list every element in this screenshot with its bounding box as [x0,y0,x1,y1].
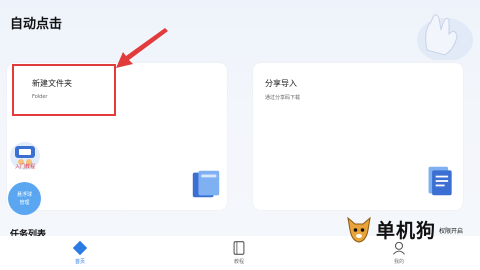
share-import-card[interactable]: 分享导入 通过分享码下载 [253,63,463,210]
nav-label-home: 首页 [74,259,85,265]
nav-label-mine: 我的 [393,259,404,265]
highlight-box [12,64,116,116]
float-ball-manage-button[interactable]: 悬浮球 管理 [8,182,41,215]
nav-item-home[interactable]: 首页 [60,236,100,270]
hand-illustration-icon [417,14,473,60]
tutorial-label[interactable]: 入门教程 [10,163,40,170]
watermark-partial-text: 权限开启 [439,228,464,235]
folder-icon [192,170,220,198]
nav-item-tutorial[interactable]: 教程 [219,236,259,270]
share-import-subtitle: 通过分享码下载 [265,95,301,101]
nav-label-tutorial: 教程 [233,259,244,265]
app-title: 自动点击 [10,17,63,32]
red-arrow-icon [116,28,168,68]
home-icon [72,240,88,256]
float-ball-label-line1: 悬浮球 [16,192,32,198]
float-ball-label-line2: 管理 [19,200,30,206]
watermark: 单机狗 权限开启 [344,214,480,244]
document-icon [428,166,452,196]
dog-mascot-icon [347,216,371,243]
watermark-brand: 单机狗 [376,220,437,242]
share-import-title: 分享导入 [265,79,297,88]
book-icon [233,241,245,255]
